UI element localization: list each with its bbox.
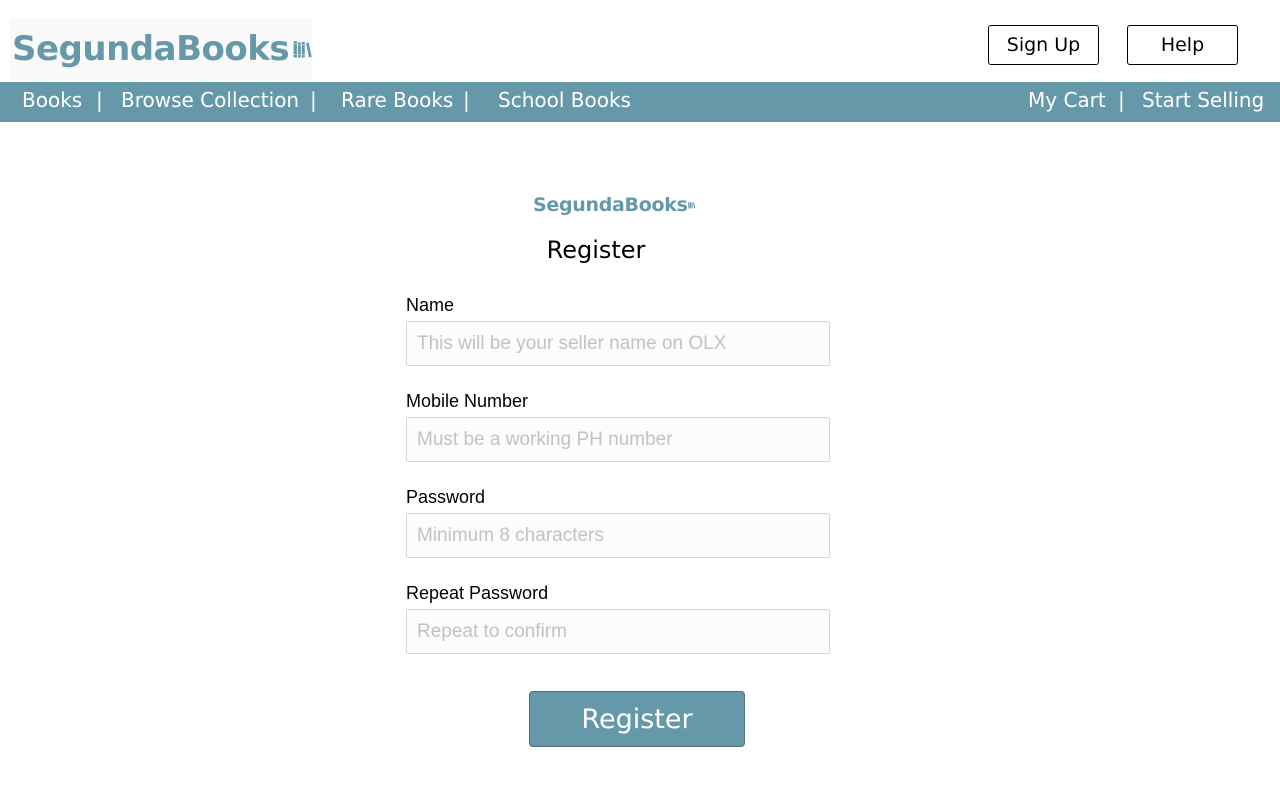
help-button[interactable]: Help: [1127, 25, 1238, 65]
nav-item-browse-collection[interactable]: Browse Collection: [121, 82, 299, 122]
books-stack-icon: [687, 201, 695, 209]
logo-text: SegundaBooks: [12, 29, 290, 69]
nav-separator: |: [1118, 88, 1125, 112]
main-nav: Books | Browse Collection | Rare Books |…: [0, 82, 1280, 122]
nav-separator: |: [463, 88, 470, 112]
nav-item-books[interactable]: Books: [22, 82, 82, 122]
name-label: Name: [406, 295, 455, 315]
form-title: Register: [546, 236, 646, 264]
nav-item-school-books[interactable]: School Books: [498, 82, 631, 122]
site-logo[interactable]: SegundaBooks: [10, 18, 312, 80]
form-logo-text: SegundaBooks: [533, 193, 688, 216]
mobile-number-input[interactable]: [406, 417, 830, 462]
nav-separator: |: [96, 88, 103, 112]
form-logo: SegundaBooks: [531, 189, 695, 221]
books-stack-icon: [293, 41, 312, 58]
register-button[interactable]: Register: [529, 691, 745, 747]
repeat-password-input[interactable]: [406, 609, 830, 654]
repeat-password-label: Repeat Password: [406, 583, 549, 603]
mobile-number-label: Mobile Number: [406, 391, 529, 411]
signup-button[interactable]: Sign Up: [988, 25, 1099, 65]
password-label: Password: [406, 487, 486, 507]
nav-separator: |: [310, 88, 317, 112]
nav-item-start-selling[interactable]: Start Selling: [1142, 82, 1264, 122]
name-input[interactable]: [406, 321, 830, 366]
nav-item-rare-books[interactable]: Rare Books: [341, 82, 453, 122]
nav-item-my-cart[interactable]: My Cart: [1028, 82, 1106, 122]
password-input[interactable]: [406, 513, 830, 558]
